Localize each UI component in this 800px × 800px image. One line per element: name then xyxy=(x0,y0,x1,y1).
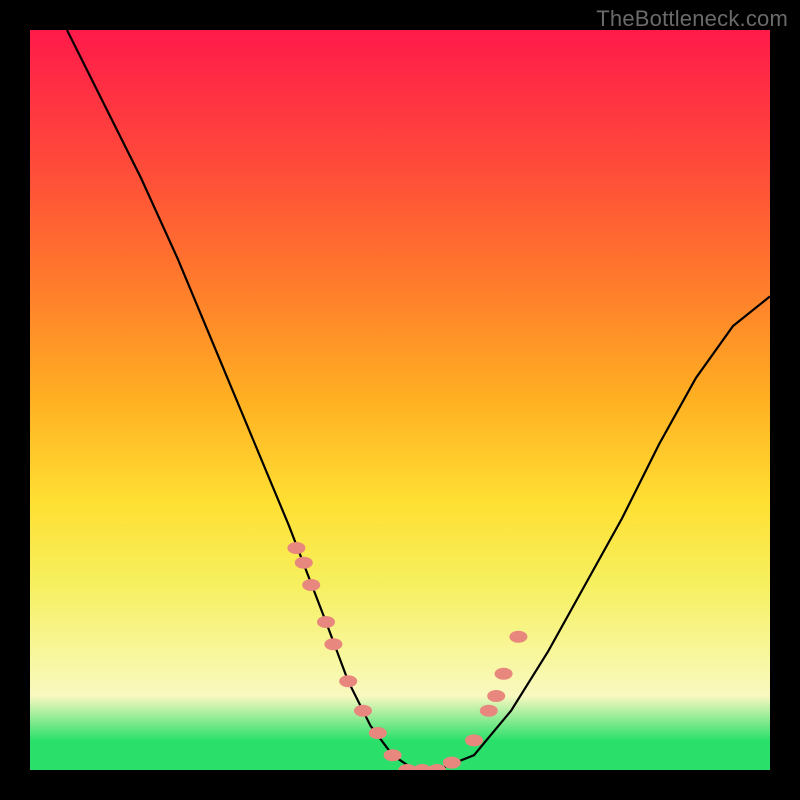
curve-marker xyxy=(384,749,402,761)
curve-marker xyxy=(495,668,513,680)
curve-marker xyxy=(302,579,320,591)
curve-marker xyxy=(428,764,446,770)
curve-marker xyxy=(369,727,387,739)
curve-marker xyxy=(465,734,483,746)
chart-plot-area xyxy=(30,30,770,770)
curve-marker xyxy=(339,675,357,687)
curve-marker xyxy=(443,757,461,769)
curve-marker xyxy=(487,690,505,702)
curve-marker xyxy=(317,616,335,628)
curve-marker xyxy=(295,557,313,569)
curve-marker xyxy=(509,631,527,643)
watermark-text: TheBottleneck.com xyxy=(596,6,788,32)
curve-marker xyxy=(324,638,342,650)
curve-marker xyxy=(354,705,372,717)
bottleneck-curve-svg xyxy=(30,30,770,770)
chart-frame: TheBottleneck.com xyxy=(0,0,800,800)
bottleneck-curve xyxy=(67,30,770,770)
curve-marker xyxy=(480,705,498,717)
curve-marker xyxy=(287,542,305,554)
